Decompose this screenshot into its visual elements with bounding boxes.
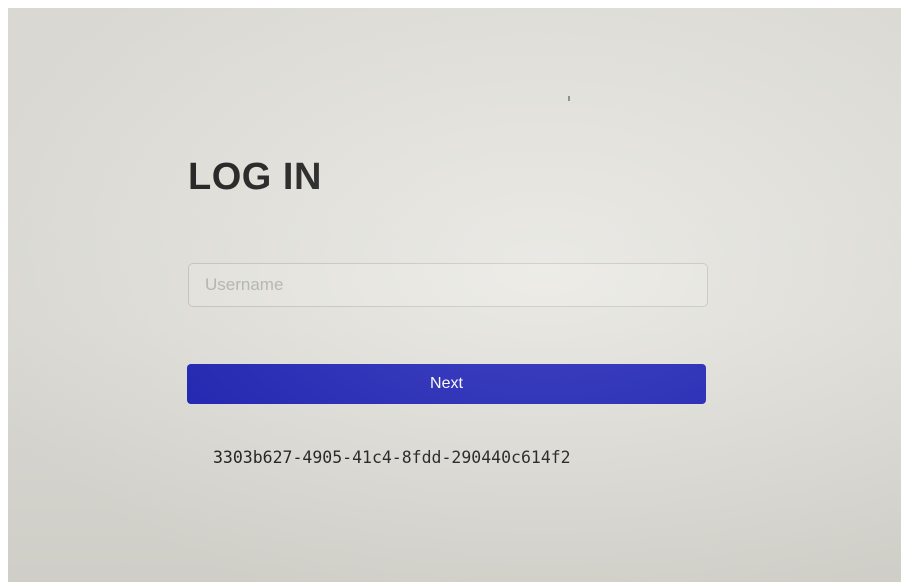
login-screen: LOG IN Next 3303b627-4905-41c4-8fdd-2904… <box>8 8 901 582</box>
screen-speck <box>568 96 570 101</box>
next-button[interactable]: Next <box>187 364 706 404</box>
photo-frame: LOG IN Next 3303b627-4905-41c4-8fdd-2904… <box>0 0 901 585</box>
session-id-text: 3303b627-4905-41c4-8fdd-290440c614f2 <box>213 448 571 467</box>
username-input[interactable] <box>188 263 708 307</box>
page-title: LOG IN <box>188 156 322 198</box>
